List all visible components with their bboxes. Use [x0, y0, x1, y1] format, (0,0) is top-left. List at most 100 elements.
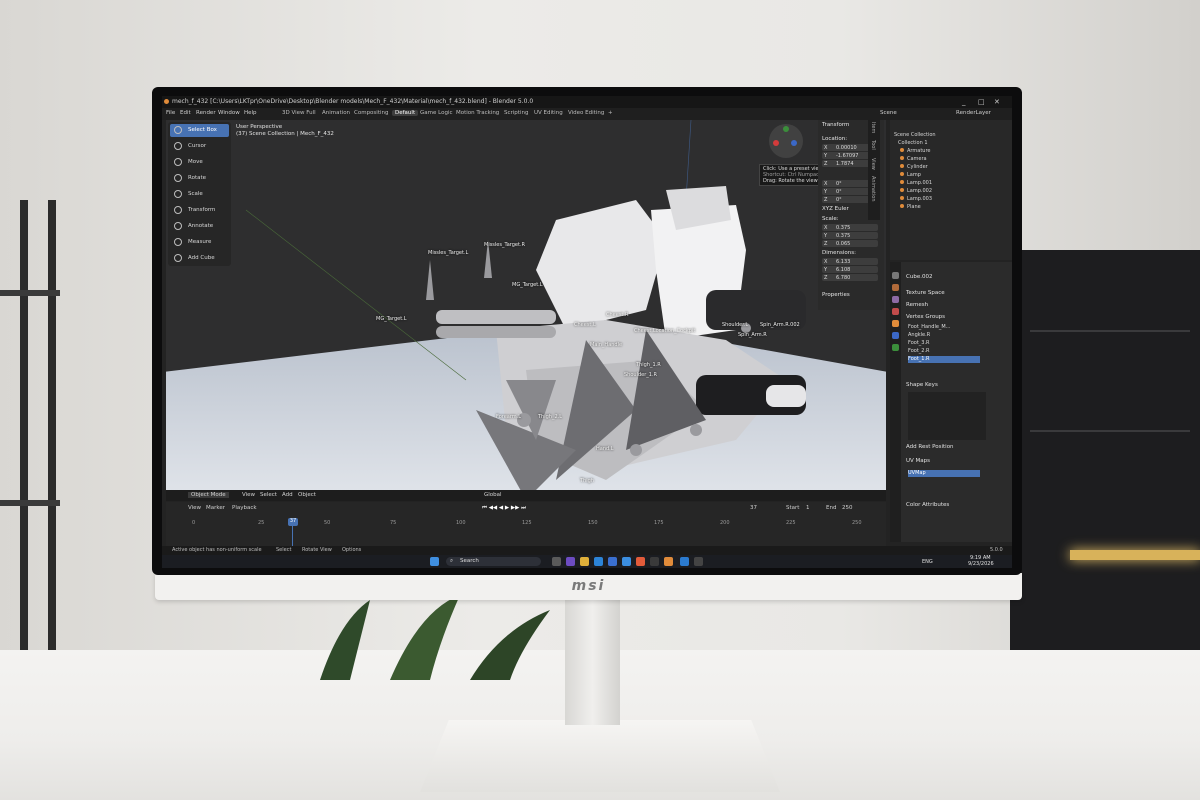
shape-keys-list[interactable]: [908, 392, 986, 440]
vertex-group-item[interactable]: Foot_Handle_M...: [908, 324, 980, 331]
blender-taskbar-icon[interactable]: [664, 557, 673, 566]
app-icon[interactable]: [650, 557, 659, 566]
tool-measure[interactable]: Measure: [170, 236, 229, 249]
chrome-icon[interactable]: [636, 557, 645, 566]
section-remesh[interactable]: Remesh: [906, 302, 928, 308]
navigation-gizmo[interactable]: [769, 124, 803, 158]
app-icon[interactable]: [566, 557, 575, 566]
clock-date[interactable]: 9/23/2026: [968, 561, 994, 567]
tool-select-box[interactable]: Select Box: [170, 124, 229, 137]
add-workspace-button[interactable]: +: [608, 110, 613, 116]
vertex-group-item-selected[interactable]: Foot_1.R: [908, 356, 980, 363]
outliner-item-lamp-002[interactable]: Lamp.002: [900, 188, 932, 194]
outliner-collection[interactable]: Collection 1: [898, 140, 928, 146]
outliner-item-plane[interactable]: Plane: [900, 204, 921, 210]
3d-viewport[interactable]: Select Box Cursor Move Rotate Scale Tran…: [166, 120, 886, 492]
scale-x-field[interactable]: X 0.375: [822, 224, 878, 231]
vertex-group-item[interactable]: Foot_3.R: [908, 340, 980, 347]
modifier-tab-icon[interactable]: [892, 332, 899, 339]
vertex-group-item[interactable]: Angkle.R: [908, 332, 980, 339]
properties-subpanel[interactable]: Properties: [822, 292, 850, 298]
object-tab-icon[interactable]: [892, 320, 899, 327]
play-controls[interactable]: ⏮ ◀◀ ◀ ▶ ▶▶ ⏭: [482, 505, 526, 512]
header-menu-view[interactable]: View: [242, 492, 255, 498]
tab-motion-tracking[interactable]: Motion Tracking: [456, 110, 499, 116]
dimension-y-field[interactable]: Y 6.108: [822, 266, 878, 273]
current-frame-field[interactable]: 37: [750, 505, 757, 511]
maximize-button[interactable]: □: [978, 98, 985, 106]
section-texture-space[interactable]: Texture Space: [906, 290, 945, 296]
tool-tab-icon[interactable]: [892, 272, 899, 279]
tab-compositing[interactable]: Compositing: [354, 110, 388, 116]
tab-animation[interactable]: Animation: [322, 110, 350, 116]
tool-scale[interactable]: Scale: [170, 188, 229, 201]
gizmo-y-axis[interactable]: [783, 126, 789, 132]
tool-add-cube[interactable]: Add Cube: [170, 252, 229, 265]
tab-scripting[interactable]: Scripting: [504, 110, 528, 116]
timeline-menu-view[interactable]: View: [188, 505, 201, 511]
outliner-scene-collection[interactable]: Scene Collection: [894, 132, 936, 138]
outliner-item-camera[interactable]: Camera: [900, 156, 927, 162]
playhead[interactable]: 37: [288, 518, 298, 526]
task-view-icon[interactable]: [552, 557, 561, 566]
file-explorer-icon[interactable]: [580, 557, 589, 566]
mail-icon[interactable]: [622, 557, 631, 566]
tab-3d-view-full[interactable]: 3D View Full: [282, 110, 316, 116]
add-rest-position-checkbox[interactable]: Add Rest Position: [906, 444, 954, 450]
scale-z-field[interactable]: Z 0.065: [822, 240, 878, 247]
tab-view[interactable]: View: [870, 158, 876, 170]
tool-cursor[interactable]: Cursor: [170, 140, 229, 153]
gizmo-x-axis[interactable]: [773, 140, 779, 146]
orientation-selector[interactable]: Global: [484, 492, 502, 498]
properties-object-name[interactable]: Cube.002: [906, 274, 932, 280]
taskbar-search[interactable]: ⌕ Search: [446, 557, 541, 566]
tab-default[interactable]: Default: [392, 110, 419, 116]
tool-annotate[interactable]: Annotate: [170, 220, 229, 233]
render-tab-icon[interactable]: [892, 284, 899, 291]
start-frame-field[interactable]: 1: [806, 505, 810, 511]
data-tab-icon[interactable]: [892, 344, 899, 351]
store-icon[interactable]: [608, 557, 617, 566]
scene-selector[interactable]: Scene: [880, 110, 897, 116]
tab-uv-editing[interactable]: UV Editing: [534, 110, 563, 116]
outliner-item-lamp[interactable]: Lamp: [900, 172, 921, 178]
language-indicator[interactable]: ENG: [922, 559, 933, 565]
gizmo-z-axis[interactable]: [791, 140, 797, 146]
timeline[interactable]: View Marker Playback ⏮ ◀◀ ◀ ▶ ▶▶ ⏭ 37 St…: [166, 502, 886, 548]
tab-tool[interactable]: Tool: [870, 140, 876, 150]
outliner-item-lamp-003[interactable]: Lamp.003: [900, 196, 932, 202]
dimension-x-field[interactable]: X 6.133: [822, 258, 878, 265]
dimension-z-field[interactable]: Z 6.780: [822, 274, 878, 281]
uv-map-item[interactable]: UVMap: [908, 470, 980, 477]
scene-tab-icon[interactable]: [892, 308, 899, 315]
header-menu-add[interactable]: Add: [282, 492, 293, 498]
settings-icon[interactable]: [694, 557, 703, 566]
section-shape-keys[interactable]: Shape Keys: [906, 382, 938, 388]
header-menu-select[interactable]: Select: [260, 492, 277, 498]
outliner-item-lamp-001[interactable]: Lamp.001: [900, 180, 932, 186]
vertex-group-item[interactable]: Foot_2.R: [908, 348, 980, 355]
tab-item[interactable]: Item: [870, 122, 876, 133]
timeline-menu-playback[interactable]: Playback: [232, 505, 257, 511]
tool-move[interactable]: Move: [170, 156, 229, 169]
tool-transform[interactable]: Transform: [170, 204, 229, 217]
output-tab-icon[interactable]: [892, 296, 899, 303]
scale-y-field[interactable]: Y 0.375: [822, 232, 878, 239]
outliner-item-armature[interactable]: Armature: [900, 148, 930, 154]
header-menu-object[interactable]: Object: [298, 492, 316, 498]
menu-render[interactable]: Render: [196, 110, 216, 116]
transform-header[interactable]: Transform: [822, 122, 849, 128]
menu-window[interactable]: Window: [218, 110, 240, 116]
tab-animation-side[interactable]: Animation: [870, 176, 876, 202]
menu-edit[interactable]: Edit: [180, 110, 191, 116]
windows-start-icon[interactable]: [430, 557, 439, 566]
end-frame-field[interactable]: 250: [842, 505, 853, 511]
section-vertex-groups[interactable]: Vertex Groups: [906, 314, 945, 320]
rotation-mode-select[interactable]: XYZ Euler: [822, 206, 849, 212]
tab-game-logic[interactable]: Game Logic: [420, 110, 453, 116]
view-layer-selector[interactable]: RenderLayer: [956, 110, 991, 116]
section-color-attributes[interactable]: Color Attributes: [906, 502, 949, 508]
tool-rotate[interactable]: Rotate: [170, 172, 229, 185]
menu-file[interactable]: File: [166, 110, 175, 116]
section-uv-maps[interactable]: UV Maps: [906, 458, 930, 464]
